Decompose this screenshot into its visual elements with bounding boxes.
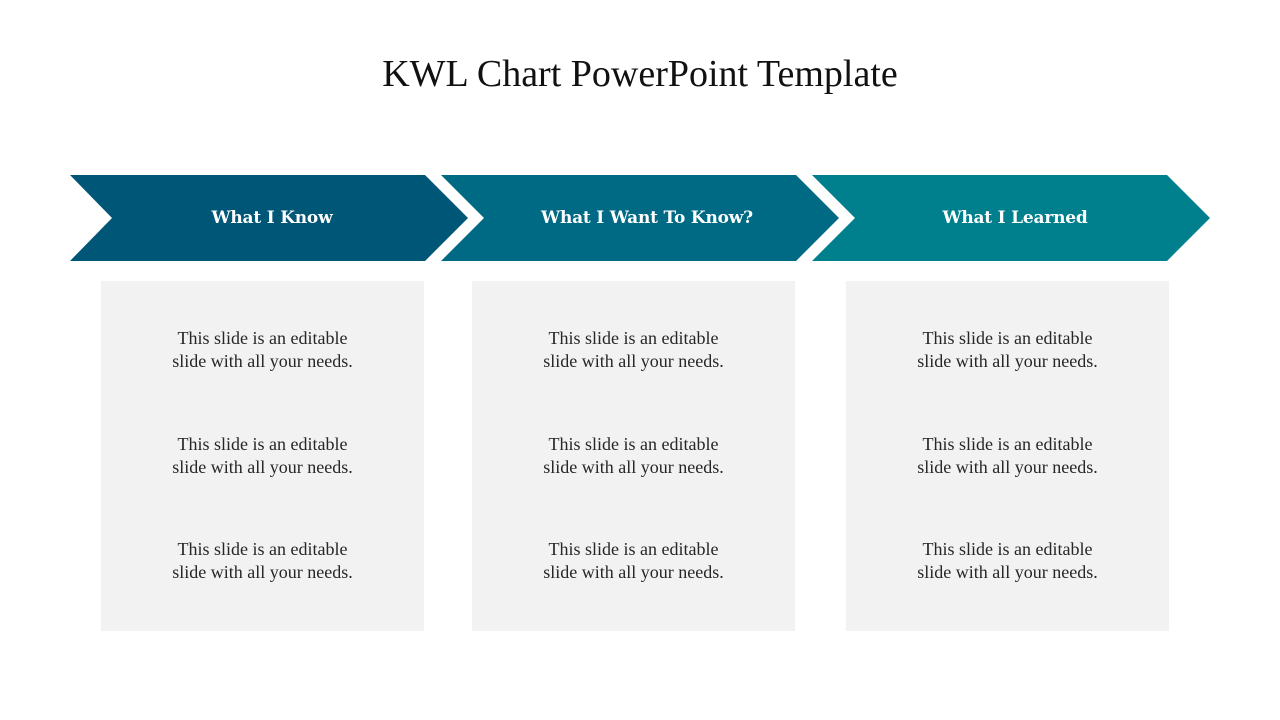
box-text: This slide is an editable slide with all… (543, 434, 724, 477)
box-text: This slide is an editable slide with all… (917, 328, 1098, 371)
arrow-label-want: What I Want To Know? (541, 208, 753, 228)
box-text: This slide is an editable slide with all… (172, 434, 353, 477)
box-text: This slide is an editable slide with all… (172, 539, 353, 582)
column-box-want: This slide is an editable slide with all… (472, 281, 795, 631)
box-text: This slide is an editable slide with all… (543, 328, 724, 371)
column-box-learned: This slide is an editable slide with all… (846, 281, 1169, 631)
box-text: This slide is an editable slide with all… (917, 434, 1098, 477)
arrow-label-know: What I Know (211, 208, 333, 228)
box-text: This slide is an editable slide with all… (917, 539, 1098, 582)
column-box-know: This slide is an editable slide with all… (101, 281, 424, 631)
box-text: This slide is an editable slide with all… (172, 328, 353, 371)
box-text: This slide is an editable slide with all… (543, 539, 724, 582)
arrow-label-learned: What I Learned (942, 208, 1088, 228)
